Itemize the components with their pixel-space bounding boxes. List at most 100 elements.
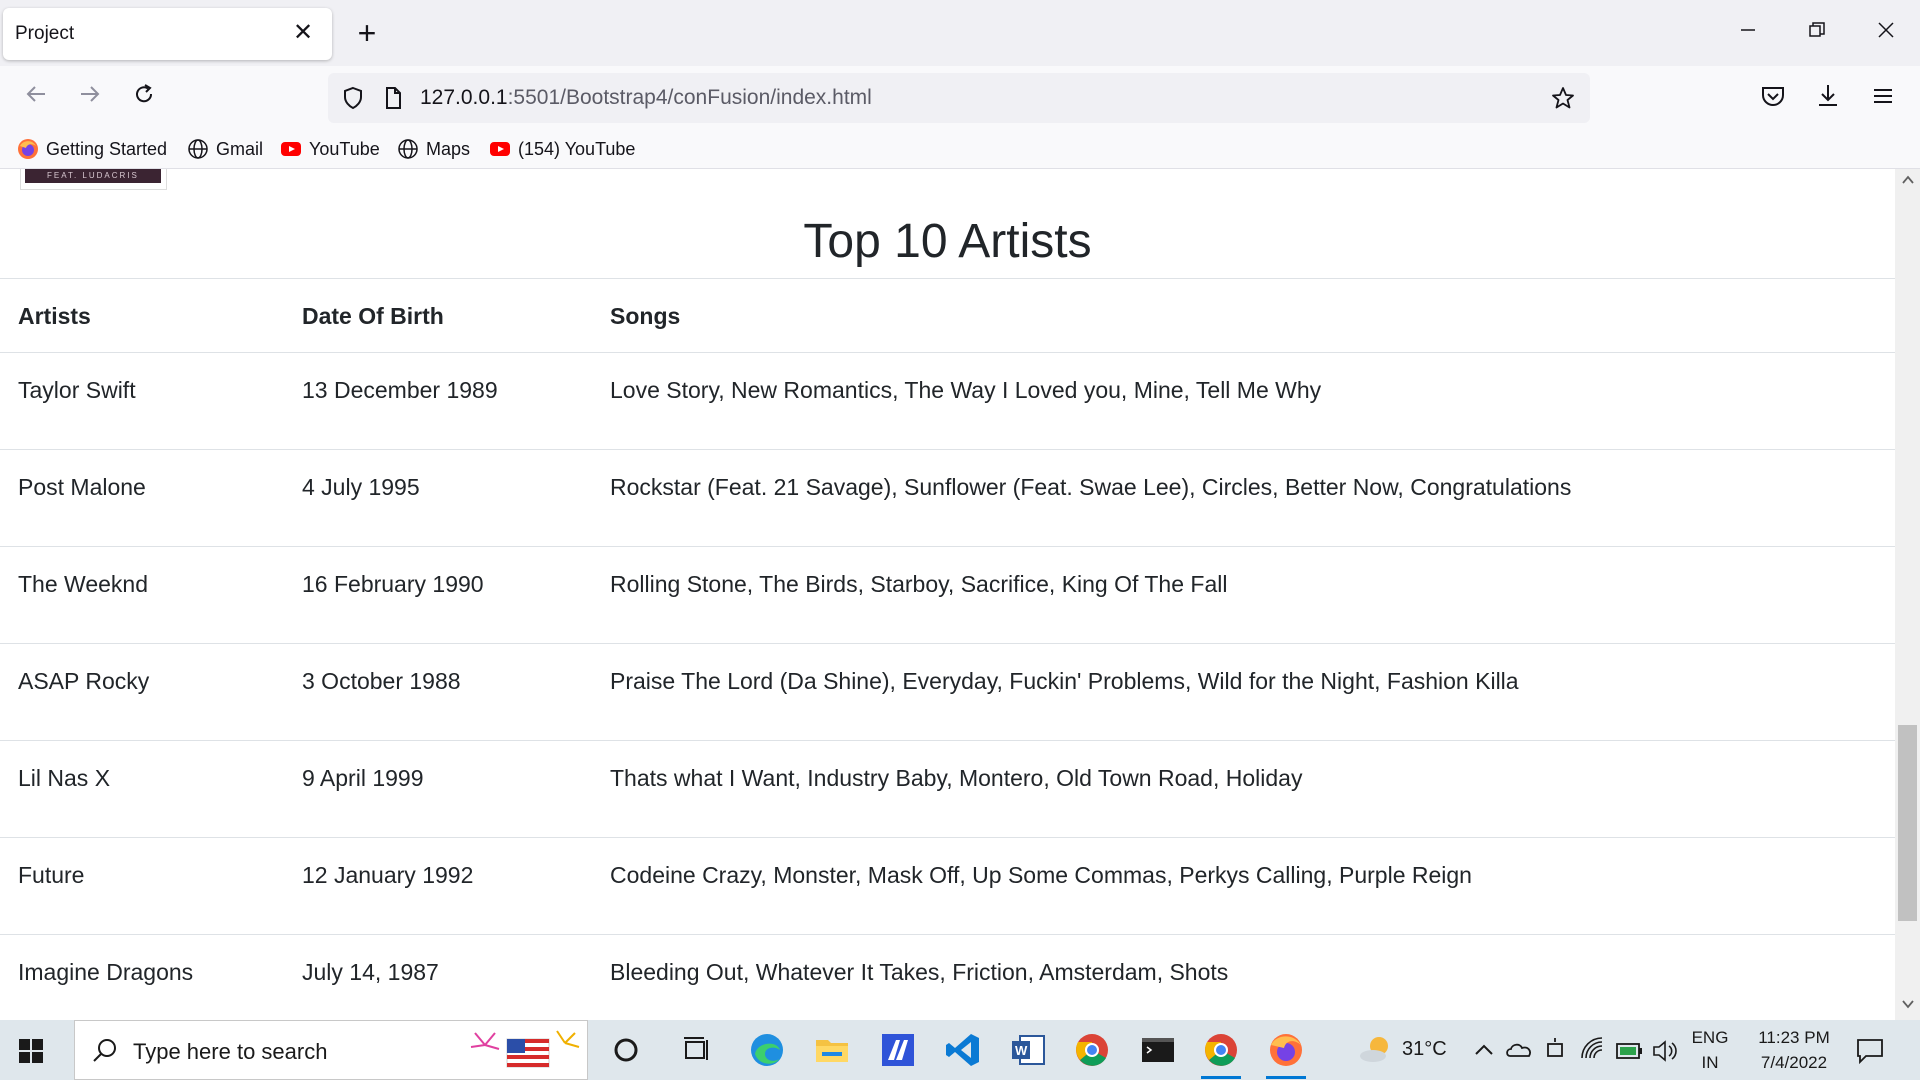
battery-icon[interactable] <box>1614 1032 1644 1068</box>
windows-taskbar: Type here to search W 31°C ENG IN 11:23 … <box>0 1020 1920 1080</box>
url-bar[interactable]: 127.0.0.1:5501/Bootstrap4/conFusion/inde… <box>328 73 1590 123</box>
page-viewport: FEAT. LUDACRIS Top 10 Artists Artists Da… <box>0 169 1895 1020</box>
artist-dob: 16 February 1990 <box>302 571 484 597</box>
bookmark-getting-started[interactable]: Getting Started <box>17 136 167 162</box>
reload-icon[interactable] <box>126 80 162 116</box>
header-songs: Songs <box>610 303 681 329</box>
language-region[interactable]: IN <box>1690 1053 1730 1073</box>
table-row: Future 12 January 1992 Codeine Crazy, Mo… <box>0 837 1895 934</box>
artist-name: Imagine Dragons <box>18 959 194 985</box>
artist-songs: Thats what I Want, Industry Baby, Monter… <box>610 765 1303 791</box>
artist-songs: Codeine Crazy, Monster, Mask Off, Up Som… <box>610 862 1472 888</box>
artist-dob: 9 April 1999 <box>302 765 424 791</box>
artist-songs: Love Story, New Romantics, The Way I Lov… <box>610 377 1322 403</box>
back-icon[interactable] <box>18 80 54 116</box>
scroll-up-icon[interactable] <box>1899 173 1916 190</box>
vertical-scrollbar[interactable] <box>1895 169 1920 1020</box>
bookmark-youtube[interactable]: YouTube <box>280 136 380 162</box>
url-host: 127.0.0.1 <box>420 86 508 109</box>
url-text[interactable]: 127.0.0.1:5501/Bootstrap4/conFusion/inde… <box>420 86 872 110</box>
windows-start-icon[interactable] <box>18 1038 44 1064</box>
bookmark-maps[interactable]: Maps <box>397 136 470 162</box>
file-explorer-icon[interactable] <box>812 1030 852 1070</box>
globe-icon <box>397 138 419 160</box>
vscode-icon[interactable] <box>943 1030 983 1070</box>
edge-icon[interactable] <box>747 1030 787 1070</box>
bookmark-gmail[interactable]: Gmail <box>187 136 263 162</box>
tab-strip: Project ✕ + <box>0 0 1920 66</box>
restore-icon[interactable] <box>1789 10 1845 56</box>
bookmark-star-icon[interactable] <box>1550 85 1576 111</box>
artist-songs: Bleeding Out, Whatever It Takes, Frictio… <box>610 959 1229 985</box>
artists-table: Artists Date Of Birth Songs Taylor Swift… <box>0 278 1895 1020</box>
search-placeholder: Type here to search <box>133 1039 328 1064</box>
cortana-icon[interactable] <box>606 1030 646 1070</box>
table-row: Post Malone 4 July 1995 Rockstar (Feat. … <box>0 449 1895 546</box>
new-tab-icon[interactable]: + <box>351 17 383 49</box>
album-cover-art: FEAT. LUDACRIS <box>25 169 161 183</box>
firefox-icon <box>17 138 39 160</box>
firefox-icon[interactable] <box>1266 1030 1306 1079</box>
tab-close-icon[interactable]: ✕ <box>288 18 318 48</box>
shield-icon[interactable] <box>340 85 366 111</box>
clock-date[interactable]: 7/4/2022 <box>1744 1053 1844 1073</box>
browser-tab[interactable]: Project ✕ <box>3 8 332 60</box>
artist-songs: Rolling Stone, The Birds, Starboy, Sacri… <box>610 571 1228 597</box>
downloads-icon[interactable] <box>1814 82 1846 114</box>
active-indicator <box>1201 1076 1241 1079</box>
header-artists: Artists <box>18 303 91 329</box>
svg-text:W: W <box>1015 1043 1028 1058</box>
album-cover-image: FEAT. LUDACRIS <box>20 169 167 190</box>
meet-now-icon[interactable] <box>1542 1032 1570 1068</box>
youtube-icon <box>489 138 511 160</box>
chrome-icon[interactable] <box>1201 1030 1241 1079</box>
artist-songs: Praise The Lord (Da Shine), Everyday, Fu… <box>610 668 1519 694</box>
word-icon[interactable]: W <box>1008 1030 1048 1070</box>
scroll-thumb[interactable] <box>1898 725 1917 921</box>
bookmark-youtube-154[interactable]: (154) YouTube <box>489 136 635 162</box>
navigation-bar: 127.0.0.1:5501/Bootstrap4/conFusion/inde… <box>0 66 1920 130</box>
chrome-icon[interactable] <box>1072 1030 1112 1070</box>
weather-temperature[interactable]: 31°C <box>1402 1038 1447 1061</box>
minimize-icon[interactable] <box>1720 10 1776 56</box>
task-view-icon[interactable] <box>676 1030 716 1070</box>
globe-icon <box>187 138 209 160</box>
forward-icon[interactable] <box>72 80 108 116</box>
clock-time[interactable]: 11:23 PM <box>1744 1028 1844 1048</box>
bookmark-label: Gmail <box>216 138 264 159</box>
artist-name: ASAP Rocky <box>18 668 150 694</box>
taskbar-search-box[interactable]: Type here to search <box>74 1020 588 1080</box>
artist-dob: 12 January 1992 <box>302 862 474 888</box>
volume-icon[interactable] <box>1650 1032 1680 1068</box>
notification-icon[interactable] <box>1852 1032 1888 1068</box>
artist-name: Future <box>18 862 85 888</box>
tab-title: Project <box>15 23 75 44</box>
artist-name: Post Malone <box>18 474 146 500</box>
powerapps-icon[interactable] <box>878 1030 918 1070</box>
table-row: Lil Nas X 9 April 1999 Thats what I Want… <box>0 740 1895 837</box>
table-row: Imagine Dragons July 14, 1987 Bleeding O… <box>0 934 1895 1020</box>
search-icon <box>91 1037 119 1070</box>
wifi-icon[interactable] <box>1578 1032 1608 1068</box>
language-code[interactable]: ENG <box>1690 1028 1730 1048</box>
url-path: :5501/Bootstrap4/conFusion/index.html <box>507 86 872 109</box>
chevron-up-icon[interactable] <box>1470 1032 1498 1068</box>
page-icon <box>380 85 406 111</box>
scroll-down-icon[interactable] <box>1899 997 1916 1014</box>
artist-name: Taylor Swift <box>18 377 136 403</box>
menu-icon[interactable] <box>1869 82 1901 114</box>
header-date-of-birth: Date Of Birth <box>302 303 444 329</box>
fireworks-flag-icon <box>467 1025 583 1082</box>
bookmarks-bar: Getting Started Gmail YouTube Maps (154)… <box>0 130 1920 169</box>
terminal-icon[interactable] <box>1138 1030 1178 1070</box>
artist-name: Lil Nas X <box>18 765 111 791</box>
bookmark-label: YouTube <box>309 138 380 159</box>
close-window-icon[interactable] <box>1858 10 1914 56</box>
weather-icon[interactable] <box>1355 1030 1395 1070</box>
onedrive-icon[interactable] <box>1504 1032 1536 1068</box>
artist-dob: July 14, 1987 <box>302 959 439 985</box>
artist-dob: 4 July 1995 <box>302 474 420 500</box>
page-title: Top 10 Artists <box>803 215 1092 268</box>
table-row: The Weeknd 16 February 1990 Rolling Ston… <box>0 546 1895 643</box>
pocket-icon[interactable] <box>1759 82 1791 114</box>
